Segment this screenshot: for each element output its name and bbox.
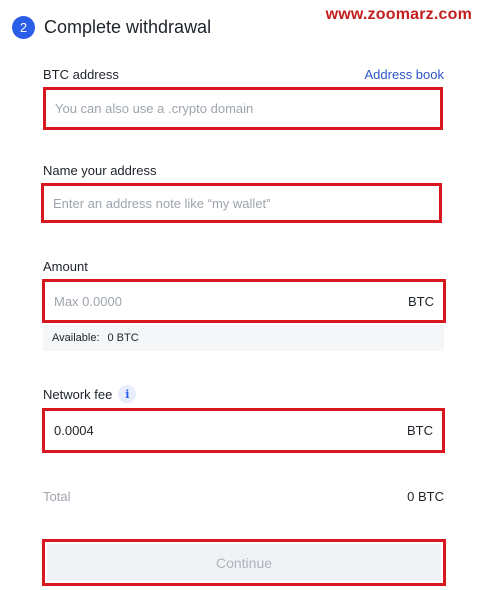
network-fee-unit: BTC — [407, 423, 433, 438]
network-fee-input[interactable] — [54, 423, 407, 438]
amount-unit: BTC — [408, 293, 434, 309]
total-value: 0 BTC — [407, 489, 444, 504]
address-name-label: Name your address — [43, 163, 157, 178]
amount-label: Amount — [43, 259, 88, 274]
available-label: Available: — [52, 332, 100, 344]
network-fee-field: BTC — [42, 408, 445, 453]
address-name-field — [41, 183, 442, 223]
btc-address-input[interactable] — [55, 101, 431, 116]
watermark: www.zoomarz.com — [325, 6, 472, 23]
available-value: 0 BTC — [107, 332, 139, 344]
btc-address-label: BTC address — [43, 67, 119, 82]
step-title: Complete withdrawal — [44, 17, 212, 37]
available-balance: Available: 0 BTC — [43, 325, 444, 351]
total-label: Total — [43, 489, 71, 504]
step-header: 2 Complete withdrawal — [12, 16, 211, 39]
btc-address-field — [43, 87, 443, 130]
address-name-input[interactable] — [53, 195, 430, 211]
info-icon[interactable]: i — [118, 385, 137, 403]
continue-button[interactable]: Continue — [47, 544, 441, 581]
step-number-badge: 2 — [12, 16, 35, 39]
amount-input[interactable] — [54, 293, 408, 309]
network-fee-label: Network fee — [43, 386, 113, 402]
address-book-link[interactable]: Address book — [365, 67, 445, 82]
amount-field: BTC — [42, 279, 446, 323]
network-fee-label-row: Network fee i — [43, 385, 137, 403]
continue-button-highlight: Continue — [42, 539, 446, 586]
